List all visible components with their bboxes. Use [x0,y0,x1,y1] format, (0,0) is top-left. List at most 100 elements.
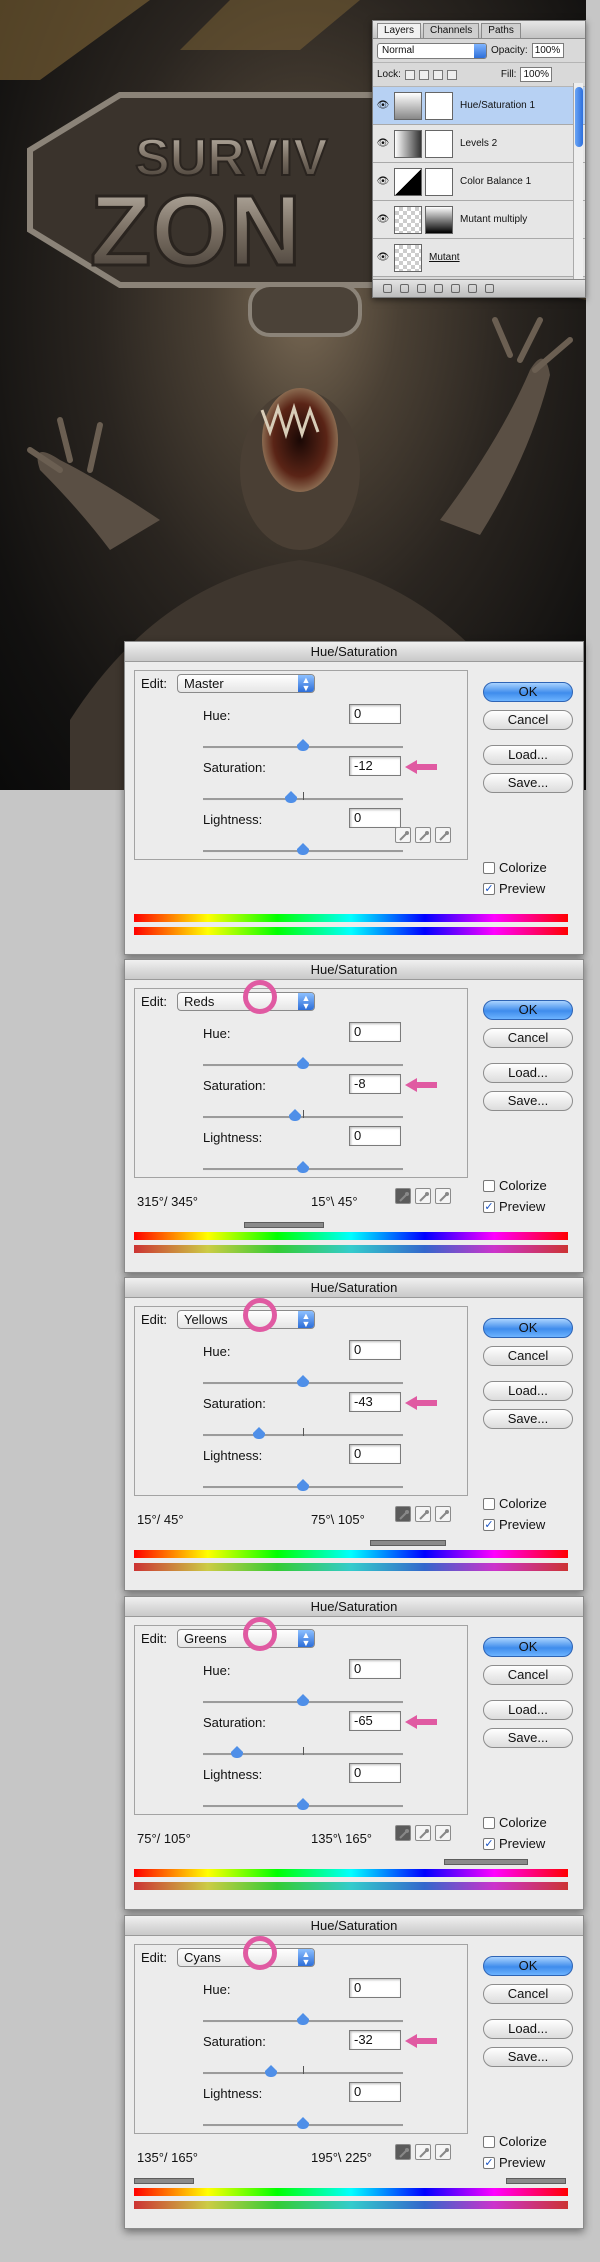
colorize-checkbox[interactable] [483,1817,495,1829]
layer-row[interactable]: 👁 Mutant [373,239,585,277]
load-button[interactable]: Load... [483,1381,573,1401]
save-button[interactable]: Save... [483,1728,573,1748]
blend-mode-select[interactable]: Normal [377,42,487,59]
hue-slider[interactable] [203,739,403,751]
preview-checkbox[interactable]: ✓ [483,1201,495,1213]
opacity-input[interactable]: 100% [531,43,564,58]
colorize-checkbox[interactable] [483,2136,495,2148]
tab-paths[interactable]: Paths [481,23,521,38]
preview-checkbox[interactable]: ✓ [483,883,495,895]
hue-slider-thumb[interactable] [297,1057,309,1069]
fx-icon[interactable] [400,284,409,293]
eyedropper-minus-button[interactable] [435,1825,451,1841]
hue-input[interactable]: 0 [349,1659,401,1679]
save-button[interactable]: Save... [483,2047,573,2067]
link-icon[interactable] [383,284,392,293]
edit-channel-select[interactable]: Master ▲ ▼ [177,674,315,693]
saturation-slider[interactable] [203,2065,403,2077]
lock-all-icon[interactable] [446,69,457,80]
color-range-bar-left[interactable] [134,2178,194,2184]
lightness-slider[interactable] [203,2117,403,2129]
ok-button[interactable]: OK [483,1318,573,1338]
lightness-slider-thumb[interactable] [297,1161,309,1173]
lightness-slider[interactable] [203,843,403,855]
hue-slider-thumb[interactable] [297,2013,309,2025]
hue-input[interactable]: 0 [349,1022,401,1042]
lightness-slider[interactable] [203,1798,403,1810]
layer-row[interactable]: 👁 Levels 2 [373,125,585,163]
preview-checkbox[interactable]: ✓ [483,1838,495,1850]
eyedropper-plus-button[interactable] [415,827,431,843]
lightness-slider-thumb[interactable] [297,1798,309,1810]
saturation-slider-thumb[interactable] [253,1427,265,1439]
eye-icon[interactable]: 👁 [375,176,391,187]
tab-layers[interactable]: Layers [377,23,422,38]
hue-input[interactable]: 0 [349,1978,401,1998]
layer-row[interactable]: 👁 Color Balance 1 [373,163,585,201]
lightness-slider-thumb[interactable] [297,2117,309,2129]
eyedropper-minus-button[interactable] [435,827,451,843]
load-button[interactable]: Load... [483,2019,573,2039]
eye-icon[interactable]: 👁 [375,100,391,111]
colorize-checkbox[interactable] [483,862,495,874]
lock-position-icon[interactable] [432,69,443,80]
adjustment-icon[interactable] [434,284,443,293]
hue-input[interactable]: 0 [349,1340,401,1360]
hue-slider-thumb[interactable] [297,1694,309,1706]
lightness-slider[interactable] [203,1161,403,1173]
load-button[interactable]: Load... [483,745,573,765]
lightness-slider-thumb[interactable] [297,843,309,855]
lightness-input[interactable]: 0 [349,808,401,828]
eyedropper-minus-button[interactable] [435,1506,451,1522]
cancel-button[interactable]: Cancel [483,1984,573,2004]
eyedropper-button[interactable] [395,827,411,843]
ok-button[interactable]: OK [483,1637,573,1657]
new-layer-icon[interactable] [468,284,477,293]
eyedropper-button[interactable] [395,2144,411,2160]
saturation-input[interactable]: -65 [349,1711,401,1731]
eyedropper-plus-button[interactable] [415,1188,431,1204]
saturation-slider-thumb[interactable] [231,1746,243,1758]
lightness-input[interactable]: 0 [349,1763,401,1783]
lock-image-icon[interactable] [418,69,429,80]
scroll-thumb[interactable] [575,87,583,147]
saturation-slider[interactable] [203,1746,403,1758]
saturation-slider-thumb[interactable] [289,1109,301,1121]
cancel-button[interactable]: Cancel [483,1346,573,1366]
eyedropper-plus-button[interactable] [415,1506,431,1522]
eye-icon[interactable]: 👁 [375,252,391,263]
save-button[interactable]: Save... [483,773,573,793]
ok-button[interactable]: OK [483,682,573,702]
color-range-bar[interactable] [370,1540,446,1546]
lock-transparent-icon[interactable] [404,69,415,80]
saturation-slider-thumb[interactable] [285,791,297,803]
eyedropper-minus-button[interactable] [435,1188,451,1204]
lightness-input[interactable]: 0 [349,1126,401,1146]
preview-checkbox[interactable]: ✓ [483,2157,495,2169]
folder-icon[interactable] [451,284,460,293]
layers-scrollbar[interactable] [573,83,583,279]
saturation-input[interactable]: -12 [349,756,401,776]
load-button[interactable]: Load... [483,1063,573,1083]
color-range-bar-right[interactable] [506,2178,566,2184]
saturation-input[interactable]: -43 [349,1392,401,1412]
load-button[interactable]: Load... [483,1700,573,1720]
save-button[interactable]: Save... [483,1409,573,1429]
colorize-checkbox[interactable] [483,1180,495,1192]
eye-icon[interactable]: 👁 [375,138,391,149]
colorize-checkbox[interactable] [483,1498,495,1510]
saturation-slider[interactable] [203,1109,403,1121]
layer-row[interactable]: 👁 Mutant multiply [373,201,585,239]
hue-slider[interactable] [203,1694,403,1706]
eyedropper-plus-button[interactable] [415,1825,431,1841]
lightness-slider[interactable] [203,1479,403,1491]
lightness-input[interactable]: 0 [349,1444,401,1464]
hue-slider[interactable] [203,1375,403,1387]
eyedropper-plus-button[interactable] [415,2144,431,2160]
cancel-button[interactable]: Cancel [483,710,573,730]
layer-row[interactable]: 👁 Hue/Saturation 1 [373,87,585,125]
saturation-slider[interactable] [203,791,403,803]
eyedropper-button[interactable] [395,1506,411,1522]
preview-checkbox[interactable]: ✓ [483,1519,495,1531]
hue-slider[interactable] [203,1057,403,1069]
